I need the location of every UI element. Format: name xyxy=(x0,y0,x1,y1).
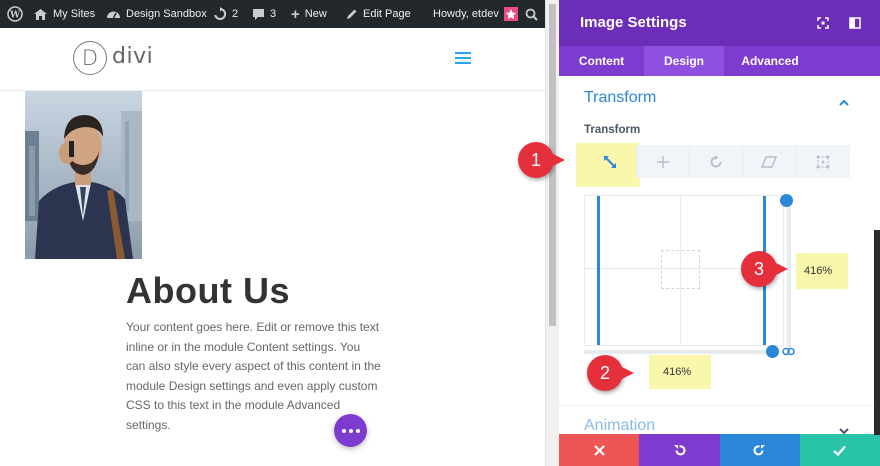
house-icon xyxy=(34,8,47,20)
updates-menu[interactable]: 2 xyxy=(213,0,238,28)
panel-header[interactable]: Image Settings xyxy=(559,0,880,46)
new-content-menu[interactable]: + New xyxy=(291,0,327,28)
pencil-icon xyxy=(347,9,357,19)
link-icon[interactable] xyxy=(782,343,795,361)
wordpress-logo-icon[interactable]: W xyxy=(7,0,23,28)
site-name-menu[interactable]: Design Sandbox xyxy=(106,0,207,28)
search-icon[interactable] xyxy=(525,0,538,28)
edit-page-label: Edit Page xyxy=(363,8,411,20)
site-logo[interactable]: D xyxy=(73,41,107,75)
panel-title: Image Settings xyxy=(580,14,687,31)
logo-letter: D xyxy=(81,46,99,70)
save-button[interactable] xyxy=(799,434,880,466)
scale-x-value[interactable]: 416% xyxy=(649,355,711,389)
animation-section-title[interactable]: Animation xyxy=(584,417,655,435)
dashboard-icon xyxy=(107,11,120,18)
logo-text[interactable]: divi xyxy=(112,44,153,69)
page-scrollbar[interactable] xyxy=(545,0,559,466)
tab-advanced[interactable]: Advanced xyxy=(724,46,816,76)
rotate-icon[interactable] xyxy=(690,145,743,178)
comments-menu[interactable]: 3 xyxy=(252,0,276,28)
close-icon xyxy=(593,444,605,456)
section-divider xyxy=(559,405,880,406)
builder-options-button[interactable] xyxy=(334,414,367,447)
transform-field-label: Transform xyxy=(584,124,641,136)
undo-button[interactable] xyxy=(639,434,720,466)
plus-icon: + xyxy=(291,5,300,23)
menu-icon[interactable] xyxy=(455,52,471,65)
redo-icon xyxy=(753,444,766,455)
panel-tabs: Content Design Advanced xyxy=(559,46,880,76)
my-sites-menu[interactable]: My Sites xyxy=(33,0,95,28)
chevron-up-icon[interactable] xyxy=(839,93,849,111)
undo-icon xyxy=(673,444,686,455)
new-label: New xyxy=(304,8,327,20)
edit-page-link[interactable]: Edit Page xyxy=(345,0,411,28)
scale-y-value[interactable]: 416% xyxy=(796,253,848,289)
checkmark-icon xyxy=(833,445,847,456)
comment-icon xyxy=(253,8,264,20)
profile-photo[interactable] xyxy=(25,91,142,259)
skew-icon[interactable] xyxy=(743,145,796,178)
dock-panel-icon[interactable] xyxy=(849,16,861,34)
site-header: D divi xyxy=(0,28,545,91)
howdy-label: Howdy, etdev xyxy=(433,8,499,20)
original-box-outline xyxy=(661,250,700,289)
avatar xyxy=(503,7,518,21)
account-menu[interactable]: Howdy, etdev xyxy=(433,0,518,28)
origin-icon[interactable] xyxy=(796,145,849,178)
callout-1: 1 xyxy=(518,142,565,178)
scale-icon[interactable] xyxy=(584,145,637,178)
redo-button[interactable] xyxy=(719,434,800,466)
transform-tool-row xyxy=(584,145,850,178)
scale-y-slider-handle[interactable] xyxy=(780,194,793,207)
page-title: About Us xyxy=(126,270,290,311)
transform-section-title[interactable]: Transform xyxy=(584,89,656,107)
scaled-left-edge xyxy=(597,196,600,345)
panel-footer xyxy=(559,434,880,466)
scale-x-slider-handle[interactable] xyxy=(766,345,779,358)
refresh-icon xyxy=(214,7,227,20)
tab-content[interactable]: Content xyxy=(559,46,644,76)
tab-design[interactable]: Design xyxy=(644,46,724,76)
my-sites-label: My Sites xyxy=(53,8,96,20)
updates-count: 2 xyxy=(232,8,239,20)
wp-admin-bar: W My Sites Design Sandbox 2 3 + New Edit… xyxy=(0,0,545,28)
cancel-button[interactable] xyxy=(559,434,640,466)
scale-x-slider-track[interactable] xyxy=(584,350,774,354)
image-settings-panel: Image Settings Content Design Advanced T… xyxy=(559,0,880,466)
svg-text:W: W xyxy=(9,11,21,21)
panel-scrollbar[interactable] xyxy=(874,230,880,435)
callout-3: 3 xyxy=(741,251,788,287)
site-name-label: Design Sandbox xyxy=(126,8,207,20)
fullscreen-icon[interactable] xyxy=(817,16,829,34)
callout-2: 2 xyxy=(587,355,634,391)
comments-count: 3 xyxy=(270,8,277,20)
translate-icon[interactable] xyxy=(637,145,690,178)
